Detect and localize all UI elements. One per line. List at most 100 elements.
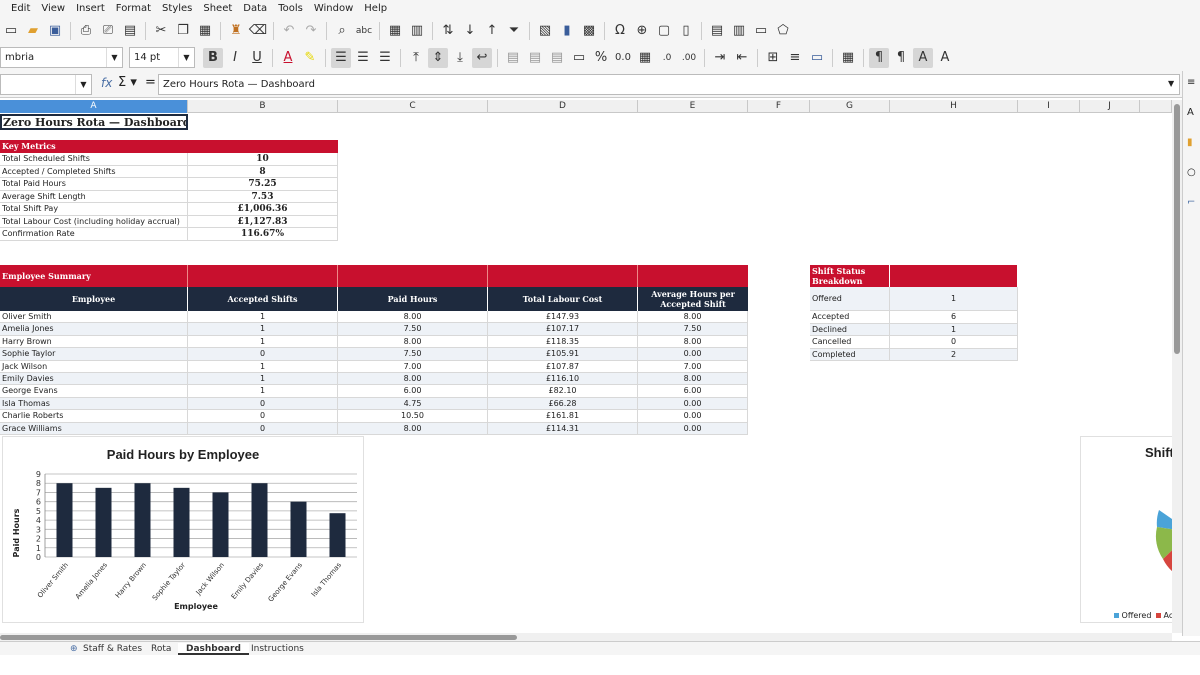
employee-value-cell[interactable]: 8.00	[338, 335, 488, 349]
clone-format-icon[interactable]: ♜	[226, 21, 246, 41]
menu-format[interactable]: Format	[116, 3, 151, 14]
status-label-cell[interactable]: Offered	[810, 287, 890, 311]
employee-value-cell[interactable]: £107.17	[488, 323, 638, 336]
freeze-rows-icon[interactable]: ▥	[729, 21, 749, 41]
menu-data[interactable]: Data	[243, 3, 267, 14]
add-decimal-icon[interactable]: .0	[657, 48, 677, 68]
formula-icon[interactable]: =	[145, 75, 156, 90]
key-metric-label[interactable]: Average Shift Length	[0, 190, 188, 203]
comment-icon[interactable]: ▢	[654, 21, 674, 41]
align-top-icon[interactable]: ⤒	[406, 48, 426, 68]
formula-input[interactable]: Zero Hours Rota — Dashboard	[158, 74, 1180, 95]
sheet-title[interactable]: Zero Hours Rota — Dashboard	[0, 114, 188, 130]
employee-value-cell[interactable]: 8.00	[638, 335, 748, 349]
employee-name-cell[interactable]: Oliver Smith	[0, 311, 188, 324]
employee-value-cell[interactable]: £116.10	[488, 373, 638, 386]
employee-value-cell[interactable]: 10.50	[338, 410, 488, 423]
employee-value-cell[interactable]: 0	[188, 348, 338, 361]
employee-value-cell[interactable]: £118.35	[488, 335, 638, 349]
status-breakdown-header[interactable]: Shift Status Breakdown	[810, 265, 889, 287]
text-top-to-bottom-icon[interactable]: A	[935, 48, 955, 68]
employee-value-cell[interactable]: £147.93	[488, 311, 638, 324]
status-value-cell[interactable]: 1	[890, 287, 1018, 311]
underline-icon[interactable]: U	[247, 48, 267, 68]
employee-value-cell[interactable]: 8.00	[638, 373, 748, 386]
col-employee[interactable]: Employee	[0, 287, 187, 311]
align-left-icon[interactable]: ☰	[331, 47, 351, 68]
key-metric-value[interactable]: 10	[188, 153, 338, 166]
key-metric-value[interactable]: 7.53	[188, 190, 338, 203]
column-header-b[interactable]: B	[188, 100, 338, 113]
number-format-icon[interactable]: 0.0	[613, 48, 633, 68]
sort-descending-icon[interactable]: ↑	[482, 21, 502, 41]
paste-icon[interactable]: ▦	[195, 21, 215, 41]
employee-name-cell[interactable]: Emily Davies	[0, 373, 188, 386]
employee-value-cell[interactable]: 0.00	[638, 397, 748, 411]
menu-window[interactable]: Window	[314, 3, 353, 14]
key-metric-label[interactable]: Accepted / Completed Shifts	[0, 165, 188, 178]
properties-icon[interactable]: A	[1187, 107, 1194, 118]
merge-cells-icon[interactable]: ▤	[525, 48, 545, 68]
key-metric-value[interactable]: £1,006.36	[188, 203, 338, 216]
column-header-f[interactable]: F	[748, 100, 810, 113]
employee-value-cell[interactable]: 0	[188, 422, 338, 435]
col-total-labour-cost[interactable]: Total Labour Cost	[488, 287, 637, 311]
tab-dashboard[interactable]: Dashboard	[178, 643, 249, 655]
column-header-d[interactable]: D	[488, 100, 638, 113]
percent-format-icon[interactable]: %	[591, 48, 611, 68]
navigator-icon[interactable]: ○	[1187, 167, 1196, 178]
column-header-i[interactable]: I	[1018, 100, 1080, 113]
menu-tools[interactable]: Tools	[278, 3, 303, 14]
status-label-cell[interactable]: Cancelled	[810, 336, 890, 349]
show-draw-functions-icon[interactable]: ⬠	[773, 21, 793, 41]
borders-icon[interactable]: ⊞	[763, 48, 783, 68]
clear-format-icon[interactable]: ⌫	[248, 21, 268, 41]
menu-styles[interactable]: Styles	[162, 3, 192, 14]
column-header-g[interactable]: G	[810, 100, 890, 113]
bold-icon[interactable]: B	[203, 47, 223, 68]
employee-value-cell[interactable]: 8.00	[638, 311, 748, 324]
employee-value-cell[interactable]: £107.87	[488, 360, 638, 373]
menu-insert[interactable]: Insert	[76, 3, 105, 14]
column-header-j[interactable]: J	[1080, 100, 1140, 113]
employee-value-cell[interactable]: 0.00	[638, 348, 748, 361]
text-left-to-right-icon[interactable]: A	[913, 47, 933, 68]
col-average-hours[interactable]: Average Hours per Accepted Shift	[638, 287, 748, 311]
export-pdf-icon[interactable]: ⎙	[76, 21, 96, 41]
chevron-down-icon[interactable]: ▼	[75, 75, 91, 94]
save-icon[interactable]: ▣	[45, 21, 65, 41]
undo-icon[interactable]: ↶	[279, 21, 299, 41]
employee-value-cell[interactable]: £114.31	[488, 422, 638, 435]
insert-chart-icon[interactable]: ▮	[557, 21, 577, 41]
employee-value-cell[interactable]: 0.00	[638, 410, 748, 423]
key-metric-label[interactable]: Confirmation Rate	[0, 228, 188, 241]
copy-icon[interactable]: ❐	[173, 21, 193, 41]
employee-value-cell[interactable]: £66.28	[488, 397, 638, 411]
employee-name-cell[interactable]: Charlie Roberts	[0, 410, 188, 423]
menu-sheet[interactable]: Sheet	[203, 3, 232, 14]
employee-value-cell[interactable]: 7.50	[338, 323, 488, 336]
font-name-box[interactable]: mbria ▼	[0, 47, 123, 68]
employee-value-cell[interactable]: 1	[188, 373, 338, 386]
employee-name-cell[interactable]: Amelia Jones	[0, 323, 188, 336]
function-wizard-icon[interactable]: fx	[101, 76, 112, 90]
employee-value-cell[interactable]: 0	[188, 397, 338, 411]
employee-value-cell[interactable]: 7.00	[338, 360, 488, 373]
border-style-icon[interactable]: ≡	[785, 48, 805, 68]
employee-value-cell[interactable]: 7.00	[638, 360, 748, 373]
open-folder-icon[interactable]: ▰	[23, 21, 43, 41]
split-window-icon[interactable]: ▭	[751, 21, 771, 41]
shift-status-chart[interactable]: Shift Offered Acce	[1080, 436, 1172, 623]
insert-image-icon[interactable]: ▧	[535, 21, 555, 41]
cut-icon[interactable]: ✂	[151, 21, 171, 41]
header-footer-icon[interactable]: ▯	[676, 21, 696, 41]
key-metric-label[interactable]: Total Shift Pay	[0, 203, 188, 216]
key-metric-label[interactable]: Total Paid Hours	[0, 178, 188, 191]
new-doc-icon[interactable]: ▭	[1, 21, 21, 41]
border-color-icon[interactable]: ▭	[807, 48, 827, 68]
column-header-c[interactable]: C	[338, 100, 488, 113]
wrap-text-icon[interactable]: ↩	[472, 47, 492, 68]
employee-name-cell[interactable]: George Evans	[0, 385, 188, 398]
font-size-box[interactable]: 14 pt ▼	[129, 47, 195, 68]
menu-view[interactable]: View	[41, 3, 65, 14]
